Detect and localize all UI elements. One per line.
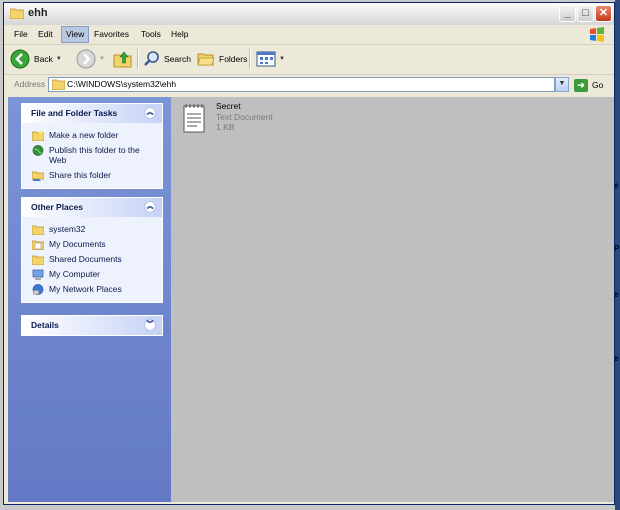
file-name: Secret — [216, 101, 241, 111]
folders-button[interactable]: Folders — [197, 48, 247, 70]
back-button[interactable]: Back ▼ — [10, 48, 62, 70]
go-arrow-icon: ➜ — [574, 78, 588, 92]
address-label: Address — [14, 79, 46, 89]
go-button[interactable]: ➜ Go — [574, 78, 603, 92]
my-computer-icon — [32, 269, 44, 280]
task-share-folder[interactable]: Share this folder — [22, 167, 162, 182]
folders-label: Folders — [219, 54, 248, 64]
network-icon — [32, 284, 44, 295]
place-label: My Documents — [49, 239, 106, 249]
place-my-network-places[interactable]: My Network Places — [22, 281, 162, 296]
views-button[interactable]: ▼ — [256, 48, 285, 70]
menu-bar: File Edit View Favorites Tools Help — [4, 25, 614, 45]
toolbar-separator — [249, 49, 251, 69]
share-folder-icon — [32, 171, 44, 181]
chevron-down-icon[interactable]: ▼ — [99, 56, 105, 62]
collapse-chevron-icon[interactable]: ︽ — [144, 107, 156, 119]
minimize-button[interactable]: _ — [559, 5, 576, 22]
menu-edit[interactable]: Edit — [34, 27, 57, 42]
file-size: 1 KB — [216, 122, 235, 132]
my-documents-icon — [32, 240, 44, 250]
task-label: Make a new folder — [49, 130, 119, 140]
place-shared-documents[interactable]: Shared Documents — [22, 251, 162, 266]
back-label: Back — [34, 54, 53, 64]
text-document-icon — [183, 104, 205, 133]
toolbar-separator — [137, 49, 139, 69]
panel-title: File and Folder Tasks — [31, 108, 118, 118]
place-my-computer[interactable]: My Computer — [22, 266, 162, 281]
search-label: Search — [164, 54, 191, 64]
explorer-window: ehh _ □ ✕ File Edit View Favorites Tools… — [3, 2, 615, 505]
menu-tools[interactable]: Tools — [137, 27, 165, 42]
other-places-panel: Other Places ︽ system32 My Documents Sha… — [21, 197, 163, 303]
address-bar: Address C:\WINDOWS\system32\ehh ▼ ➜ Go — [4, 75, 614, 95]
place-system32[interactable]: system32 — [22, 221, 162, 236]
up-folder-button[interactable] — [113, 48, 133, 70]
toolbar: Back ▼ ▼ Search Folders ▼ — [4, 45, 614, 75]
expand-chevron-icon[interactable]: ︾ — [144, 319, 156, 331]
up-folder-icon — [113, 51, 132, 68]
panel-header[interactable]: Details ︾ — [22, 316, 162, 335]
go-label: Go — [592, 80, 604, 90]
views-icon — [256, 51, 276, 67]
desktop-background — [615, 0, 620, 510]
close-button[interactable]: ✕ — [595, 5, 612, 22]
chevron-down-icon[interactable]: ▼ — [56, 56, 62, 62]
windows-logo-icon — [590, 27, 604, 42]
folder-icon — [52, 79, 65, 90]
chevron-down-icon[interactable]: ▼ — [279, 56, 285, 62]
address-value: C:\WINDOWS\system32\ehh — [67, 79, 177, 89]
title-bar[interactable]: ehh _ □ ✕ — [4, 3, 614, 26]
back-arrow-icon — [10, 49, 30, 69]
window-title: ehh — [28, 7, 48, 19]
new-folder-icon — [32, 131, 44, 141]
task-publish-to-web[interactable]: Publish this folder to the Web — [22, 142, 162, 167]
file-list-area[interactable]: Secret Text Document 1 KB — [171, 97, 614, 502]
address-input[interactable]: C:\WINDOWS\system32\ehh — [48, 77, 555, 92]
panel-header[interactable]: File and Folder Tasks ︽ — [22, 104, 162, 123]
place-my-documents[interactable]: My Documents — [22, 236, 162, 251]
folder-icon — [32, 255, 44, 265]
task-pane: File and Folder Tasks ︽ Make a new folde… — [8, 97, 171, 502]
forward-button[interactable]: ▼ — [76, 48, 105, 70]
task-label: Share this folder — [49, 170, 111, 180]
file-folder-tasks-panel: File and Folder Tasks ︽ Make a new folde… — [21, 103, 163, 189]
menu-file[interactable]: File — [10, 27, 32, 42]
menu-view[interactable]: View — [61, 26, 90, 43]
search-button[interactable]: Search — [143, 48, 191, 70]
panel-header[interactable]: Other Places ︽ — [22, 198, 162, 217]
search-icon — [144, 51, 159, 66]
folder-icon — [32, 225, 44, 235]
folder-icon — [10, 8, 24, 19]
forward-arrow-icon — [76, 49, 96, 69]
file-type: Text Document — [216, 112, 273, 122]
task-make-new-folder[interactable]: Make a new folder — [22, 127, 162, 142]
task-label: Publish this folder to the Web — [49, 145, 140, 165]
place-label: My Network Places — [49, 284, 122, 294]
panel-title: Details — [31, 320, 59, 330]
menu-favorites[interactable]: Favorites — [90, 27, 133, 42]
address-dropdown-button[interactable]: ▼ — [555, 77, 569, 92]
place-label: Shared Documents — [49, 254, 122, 264]
details-panel: Details ︾ — [21, 315, 163, 336]
collapse-chevron-icon[interactable]: ︽ — [144, 201, 156, 213]
menu-help[interactable]: Help — [167, 27, 192, 42]
place-label: My Computer — [49, 269, 101, 279]
panel-title: Other Places — [31, 202, 83, 212]
globe-icon — [32, 145, 44, 156]
place-label: system32 — [49, 224, 86, 234]
maximize-button[interactable]: □ — [577, 5, 594, 22]
folders-icon — [197, 53, 215, 66]
